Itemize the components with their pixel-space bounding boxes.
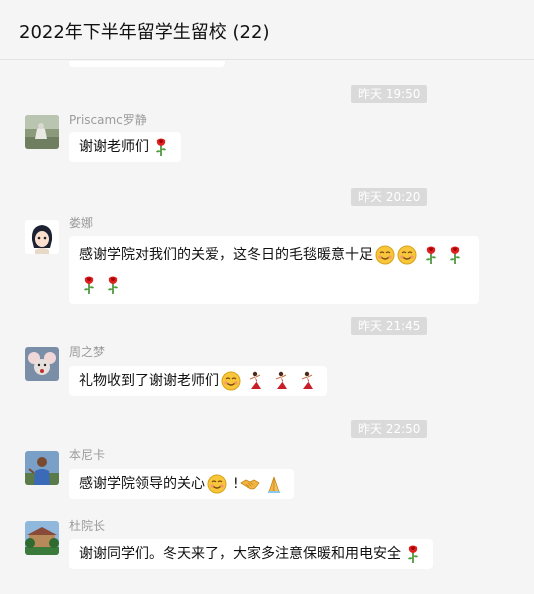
rose-emoji xyxy=(151,137,171,157)
building-photo-avatar[interactable] xyxy=(25,521,59,555)
handshake-emoji xyxy=(239,474,260,494)
blush-emoji xyxy=(375,245,395,265)
message-bubble[interactable]: 礼物收到了谢谢老师们 xyxy=(69,366,327,396)
timestamp: 昨天 22:50 xyxy=(351,420,428,438)
cartoon-mouse-avatar[interactable] xyxy=(25,347,59,381)
exclamation-text: ! xyxy=(233,476,239,492)
sender-name[interactable]: 本尼卡 xyxy=(69,446,105,463)
previous-message-bubble[interactable] xyxy=(69,61,225,67)
message-text: 谢谢同学们。冬天来了，大家多注意保暖和用电安全 xyxy=(79,546,401,562)
sender-name[interactable]: 娄娜 xyxy=(69,214,93,231)
blush-emoji xyxy=(397,245,417,265)
cartoon-girl-avatar[interactable] xyxy=(25,220,59,254)
rose-emoji xyxy=(103,275,123,295)
smile-emoji xyxy=(221,371,241,391)
chat-header: 2022年下半年留学生留校 (22) xyxy=(0,0,534,60)
chat-title[interactable]: 2022年下半年留学生留校 (22) xyxy=(19,18,269,44)
landscape-photo-avatar[interactable] xyxy=(25,115,59,149)
person-photo-avatar[interactable] xyxy=(25,451,59,485)
timestamp: 昨天 20:20 xyxy=(351,188,428,206)
message-bubble[interactable]: 感谢学院领导的关心 ! xyxy=(69,469,294,499)
message-bubble[interactable]: 感谢学院对我们的关爱，这冬日的毛毯暖意十足 xyxy=(69,236,479,304)
message-bubble[interactable]: 谢谢老师们 xyxy=(69,132,181,162)
timestamp: 昨天 19:50 xyxy=(351,85,428,103)
rose-emoji xyxy=(79,275,99,295)
timestamp: 昨天 21:45 xyxy=(351,317,428,335)
rose-emoji xyxy=(445,245,465,265)
message-text: 感谢学院对我们的关爱，这冬日的毛毯暖意十足 xyxy=(79,247,373,263)
message-list[interactable]: 昨天 19:50 Priscamc罗静 谢谢老师们 昨天 20:20 娄娜 感谢… xyxy=(0,61,534,594)
dancer-emoji xyxy=(297,371,317,391)
message-text: 谢谢老师们 xyxy=(79,139,149,155)
message-text: 感谢学院领导的关心 xyxy=(79,476,205,492)
rose-emoji xyxy=(421,245,441,265)
message-text: 礼物收到了谢谢老师们 xyxy=(79,373,219,389)
dancer-emoji xyxy=(245,371,265,391)
sender-name[interactable]: 周之梦 xyxy=(69,343,105,360)
sender-name[interactable]: Priscamc罗静 xyxy=(69,111,147,128)
rose-emoji xyxy=(403,544,423,564)
folded-hands-emoji xyxy=(264,474,284,494)
message-bubble[interactable]: 谢谢同学们。冬天来了，大家多注意保暖和用电安全 xyxy=(69,539,433,569)
dancer-emoji xyxy=(271,371,291,391)
smile-emoji xyxy=(207,474,227,494)
sender-name[interactable]: 杜院长 xyxy=(69,517,105,534)
